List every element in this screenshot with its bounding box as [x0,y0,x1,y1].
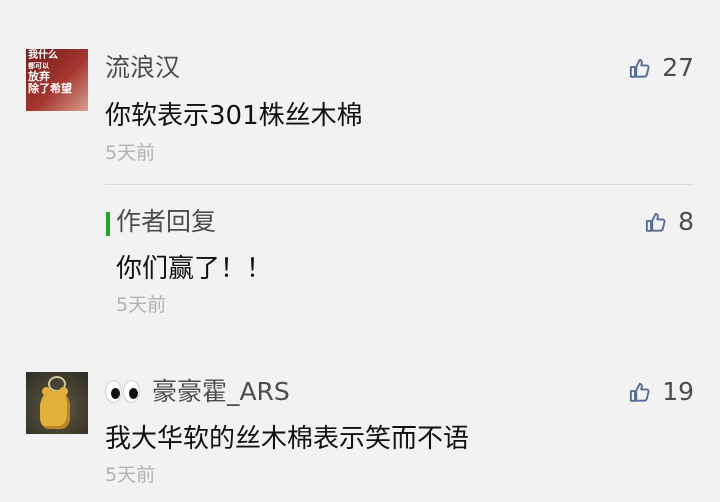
avatar[interactable]: 我什么 都可以 放弃 除了希望 [26,49,88,111]
thumbs-up-icon [646,212,666,232]
eye-icon [105,380,122,403]
eyes-emoji-icon [105,380,140,403]
thumbs-up-icon [630,382,650,402]
comment-author-name: 流浪汉 [105,53,181,82]
bear-figure-icon [40,387,70,429]
avatar-caption: 我什么 都可以 放弃 除了希望 [28,50,72,95]
comment-time: 5天前 [105,464,156,486]
reply-divider [105,184,694,185]
author-reply-text: 你们赢了！！ [116,254,273,284]
avatar[interactable] [26,372,88,434]
comment-text: 我大华软的丝木棉表示笑而不语 [105,424,470,454]
eye-icon [123,380,140,403]
comment-author-name: 豪豪霍_ARS [105,376,290,408]
like-button[interactable]: 27 [628,52,694,84]
comment-time: 5天前 [105,142,156,164]
reply-marker [106,212,110,236]
like-button[interactable]: 19 [628,376,694,408]
author-reply-label: 作者回复 [116,207,217,236]
reply-like-button[interactable]: 8 [644,206,694,238]
thumbs-up-icon [630,58,650,78]
like-count: 19 [662,377,694,406]
reply-like-count: 8 [678,207,694,236]
like-count: 27 [662,53,694,82]
author-reply-time: 5天前 [116,294,167,316]
comment-text: 你软表示301株丝木棉 [105,101,363,131]
author-name-text: 豪豪霍_ARS [151,377,290,406]
